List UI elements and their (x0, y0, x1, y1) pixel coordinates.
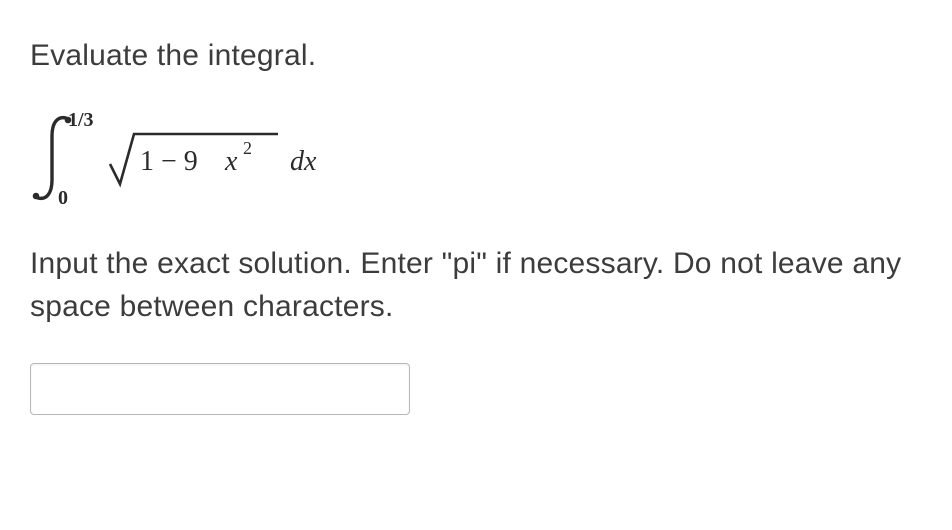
lower-limit: 0 (58, 187, 68, 206)
question-prompt: Evaluate the integral. (30, 34, 922, 78)
input-instructions: Input the exact solution. Enter "pi" if … (30, 242, 922, 329)
upper-limit: 1/3 (68, 109, 94, 131)
answer-input[interactable] (30, 363, 410, 415)
radicand-var: x (224, 146, 238, 177)
question-container: Evaluate the integral. 1/3 0 1 − 9 x 2 d… (0, 0, 952, 445)
radicand-prefix: 1 − 9 (140, 146, 198, 177)
integral-expression: 1/3 0 1 − 9 x 2 dx (30, 106, 922, 206)
differential: dx (290, 146, 317, 177)
radicand-exp: 2 (243, 138, 252, 158)
integral-svg: 1/3 0 1 − 9 x 2 dx (30, 106, 350, 206)
